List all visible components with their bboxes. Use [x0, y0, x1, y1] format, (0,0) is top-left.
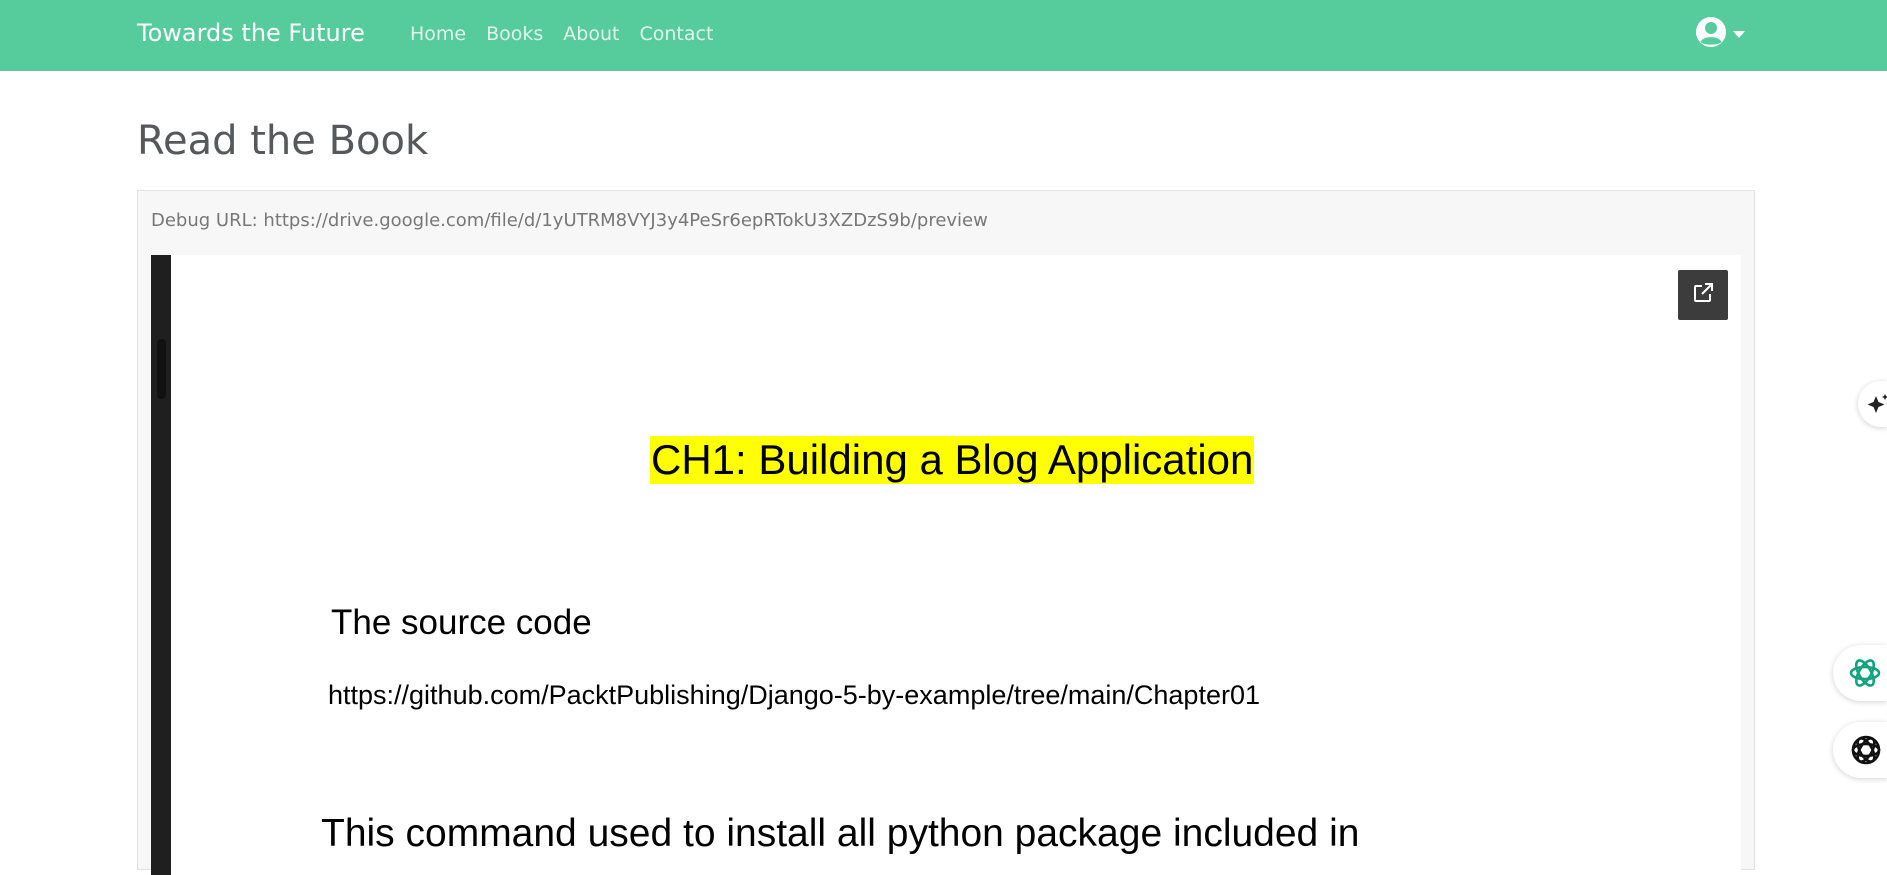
sparkle-button[interactable] — [1858, 381, 1887, 427]
document-subheading: The source code — [331, 603, 592, 642]
nav-link-about[interactable]: About — [563, 20, 619, 48]
user-menu-toggle[interactable] — [1695, 16, 1745, 52]
debug-url-text: Debug URL: https://drive.google.com/file… — [151, 210, 988, 231]
page-title: Read the Book — [137, 118, 429, 164]
nav-links: Home Books About Contact — [410, 20, 713, 48]
ai-assistant-button[interactable] — [1833, 722, 1887, 778]
document-heading: CH1: Building a Blog Application — [650, 436, 1255, 484]
viewer-side-scrollbar[interactable] — [151, 255, 171, 875]
open-in-new-window-icon — [1691, 281, 1715, 309]
nav-link-home[interactable]: Home — [410, 20, 466, 48]
nav-link-contact[interactable]: Contact — [639, 20, 713, 48]
nav-link-books[interactable]: Books — [486, 20, 543, 48]
user-circle-icon — [1695, 16, 1727, 52]
document-source-link[interactable]: https://github.com/PacktPublishing/Djang… — [328, 678, 1260, 712]
caret-down-icon — [1733, 30, 1745, 38]
document-preview-frame[interactable]: CH1: Building a Blog Application The sou… — [151, 255, 1741, 875]
brand-logo-text[interactable]: Towards the Future — [137, 17, 365, 49]
chatgpt-button[interactable] — [1833, 645, 1887, 701]
top-navbar: Towards the Future Home Books About Cont… — [0, 0, 1887, 71]
scrollbar-thumb[interactable] — [157, 339, 166, 399]
document-body-text: This command used to install all python … — [321, 812, 1360, 855]
book-viewer-card: Debug URL: https://drive.google.com/file… — [137, 190, 1755, 875]
open-in-new-window-button[interactable] — [1678, 270, 1728, 320]
